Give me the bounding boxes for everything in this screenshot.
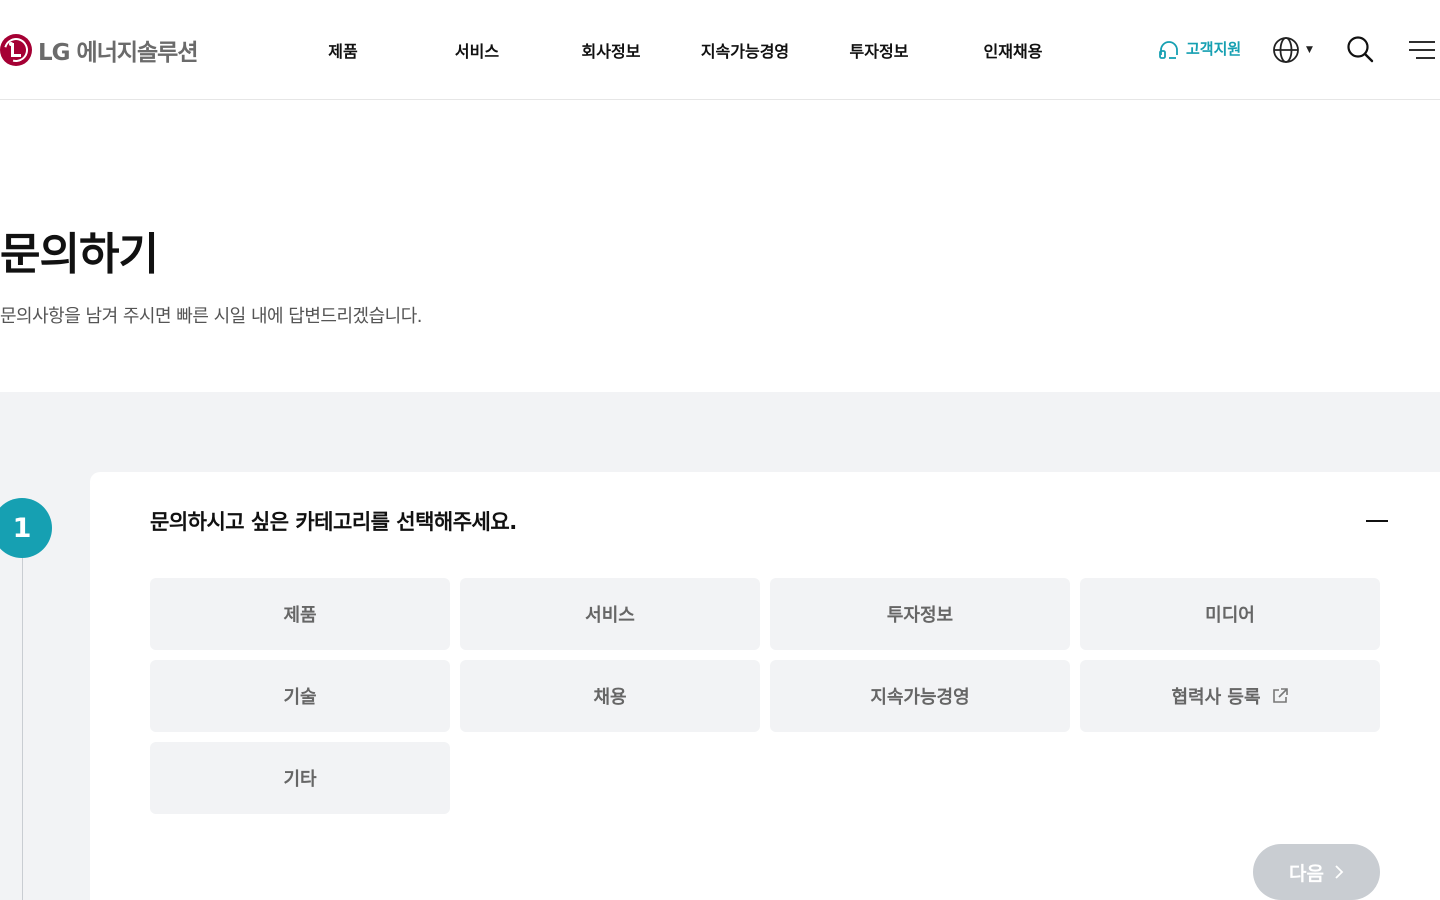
customer-support-link[interactable]: 고객지원 (1158, 38, 1241, 59)
language-selector[interactable]: ▼ (1272, 36, 1313, 64)
customer-support-label: 고객지원 (1186, 40, 1242, 58)
nav-item-sustainability[interactable]: 지속가능경영 (701, 38, 789, 62)
search-icon (1347, 36, 1374, 63)
hamburger-menu-icon (1409, 41, 1435, 59)
next-button[interactable]: 다음 (1253, 844, 1380, 900)
step-title: 문의하시고 싶은 카테고리를 선택해주세요. (150, 510, 517, 534)
next-button-label: 다음 (1289, 862, 1324, 885)
page-description: 문의사항을 남겨 주시면 빠른 시일 내에 답변드리겠습니다. (0, 306, 423, 327)
caret-down-icon: ▼ (1306, 45, 1313, 55)
nav-item-investors[interactable]: 투자정보 (850, 38, 909, 62)
nav-item-services[interactable]: 서비스 (455, 38, 499, 62)
headset-icon (1159, 40, 1178, 59)
category-button-services[interactable]: 서비스 (460, 578, 760, 650)
globe-icon (1273, 37, 1299, 63)
category-button-investors[interactable]: 투자정보 (770, 578, 1070, 650)
category-button-technology[interactable]: 기술 (150, 660, 450, 732)
logo-text: LG 에너지솔루션 (38, 40, 199, 66)
step-timeline-line (22, 528, 23, 900)
nav-item-products[interactable]: 제품 (328, 38, 357, 62)
site-header: LG 에너지솔루션 제품 서비스 회사정보 지속가능경영 투자정보 인재채용 고… (0, 0, 1440, 100)
lg-energy-solution-logo[interactable]: LG 에너지솔루션 (0, 33, 199, 67)
search-button[interactable] (1346, 35, 1374, 67)
nav-item-company[interactable]: 회사정보 (582, 38, 641, 62)
category-button-sustainability[interactable]: 지속가능경영 (770, 660, 1070, 732)
external-link-icon (1271, 687, 1289, 705)
category-button-products[interactable]: 제품 (150, 578, 450, 650)
category-button-media[interactable]: 미디어 (1080, 578, 1380, 650)
category-button-recruitment[interactable]: 채용 (460, 660, 760, 732)
page-title: 문의하기 (0, 229, 159, 280)
nav-item-careers[interactable]: 인재채용 (984, 38, 1043, 62)
menu-button[interactable] (1408, 39, 1436, 65)
collapse-minus-icon[interactable] (1366, 520, 1388, 522)
category-button-partner-registration[interactable]: 협력사 등록 (1080, 660, 1380, 732)
category-button-other[interactable]: 기타 (150, 742, 450, 814)
chevron-right-icon (1334, 864, 1344, 880)
lg-logo-icon (0, 33, 33, 67)
partner-registration-label: 협력사 등록 (1171, 687, 1261, 708)
